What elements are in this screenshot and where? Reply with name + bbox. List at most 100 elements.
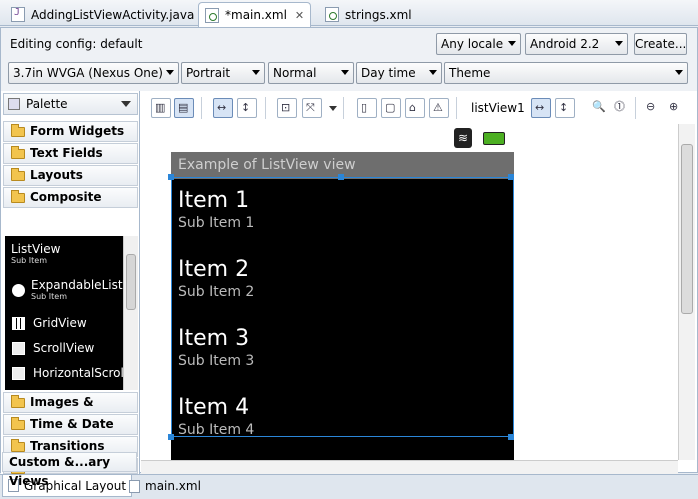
mode-dropdown[interactable]: Normal xyxy=(268,62,354,84)
palette-category-custom-library-views[interactable]: Custom &...ary Views xyxy=(2,452,137,488)
locale-dropdown[interactable]: Any locale xyxy=(436,33,521,55)
expand-arrow-icon xyxy=(12,284,25,297)
zoom-actual-icon[interactable]: ⓵ xyxy=(611,98,631,118)
config-bar: Editing config: default Any locale Andro… xyxy=(1,28,697,91)
editing-config-label: Editing config: default xyxy=(10,37,143,51)
horizontal-scrollview-icon xyxy=(12,367,25,380)
warning-icon[interactable]: ⚠ xyxy=(429,98,449,118)
orientation-dropdown[interactable]: Portrait xyxy=(181,62,265,84)
tab-label: main.xml xyxy=(145,479,201,493)
layout-canvas[interactable]: ≋ Example of ListView view Item 1 Sub It… xyxy=(141,124,678,460)
category-label: Composite xyxy=(30,190,102,204)
device-dropdown[interactable]: 3.7in WVGA (Nexus One) xyxy=(8,62,179,84)
palette-category-composite[interactable]: Composite xyxy=(3,187,138,208)
target-dropdown[interactable]: Android 2.2 xyxy=(525,33,628,55)
battery-icon xyxy=(483,132,505,145)
zoom-out-icon[interactable]: ⊖ xyxy=(643,98,663,118)
palette-category-form-widgets[interactable]: Form Widgets xyxy=(3,121,138,142)
palette-item-listview[interactable]: ListView Sub Item xyxy=(11,242,123,265)
canvas-horizontal-scrollbar[interactable] xyxy=(141,460,678,474)
resize-handle[interactable] xyxy=(508,434,514,440)
folder-icon xyxy=(11,417,25,430)
grid-icon xyxy=(12,317,25,330)
editor-tab-bar: AddingListViewActivity.java *main.xml ✕ … xyxy=(0,0,698,27)
zoom-in-icon[interactable]: ⊕ xyxy=(666,98,686,118)
mode-value: Normal xyxy=(273,66,317,80)
match-width-icon[interactable]: ↔ xyxy=(531,98,551,118)
selected-view-id: listView1 xyxy=(471,101,525,115)
palette-item-scrollview[interactable]: ScrollView xyxy=(5,341,123,355)
palette-icon xyxy=(8,98,20,110)
chevron-down-icon xyxy=(166,70,174,75)
palette-category-images-media[interactable]: Images & Media xyxy=(3,392,138,428)
margins-icon[interactable]: ⊡ xyxy=(277,98,297,118)
palette-item-label: ExpandableList xyxy=(31,278,123,292)
palette-category-layouts[interactable]: Layouts xyxy=(3,165,138,186)
palette-item-gridview[interactable]: GridView xyxy=(5,316,123,330)
zoom-fit-icon[interactable]: 🔍 xyxy=(589,98,609,118)
tab-label: AddingListViewActivity.java xyxy=(31,7,195,22)
match-height-icon[interactable]: ↕ xyxy=(555,98,575,118)
category-label: Form Widgets xyxy=(30,124,125,138)
palette-category-text-fields[interactable]: Text Fields xyxy=(3,143,138,164)
chevron-down-icon xyxy=(252,70,260,75)
device-value: 3.7in WVGA (Nexus One) xyxy=(13,66,163,80)
tab-strings-xml[interactable]: strings.xml xyxy=(318,2,419,26)
java-file-icon xyxy=(11,7,25,22)
xml-file-icon xyxy=(325,7,339,22)
tab-label: strings.xml xyxy=(345,7,412,22)
resize-handle[interactable] xyxy=(168,174,174,180)
palette-title: Palette xyxy=(26,97,68,111)
palette-item-sub: Sub Item xyxy=(11,256,47,265)
theme-value: Theme xyxy=(449,66,491,80)
scroll-thumb[interactable] xyxy=(126,254,136,310)
resize-handle[interactable] xyxy=(168,434,174,440)
create-button[interactable]: Create... xyxy=(634,33,687,55)
distribute-weights-icon[interactable]: ▯ xyxy=(357,98,377,118)
palette-item-expandablelist[interactable]: ExpandableList Sub Item xyxy=(5,278,123,301)
chevron-down-icon xyxy=(341,70,349,75)
selection-outline xyxy=(171,177,514,437)
time-dropdown[interactable]: Day time xyxy=(356,62,442,84)
target-value: Android 2.2 xyxy=(530,37,600,51)
chevron-down-icon[interactable] xyxy=(121,101,131,107)
palette-item-label: ListView xyxy=(11,242,61,256)
scroll-thumb[interactable] xyxy=(681,144,693,314)
toolbar-separator xyxy=(201,97,202,119)
baseline-icon[interactable]: ⌂ xyxy=(405,98,425,118)
fill-height-icon[interactable]: ↕ xyxy=(237,98,257,118)
layout-horizontal-icon[interactable]: ▤ xyxy=(174,98,194,118)
tab-main-xml[interactable]: *main.xml ✕ xyxy=(198,2,312,27)
layout-editor: Editing config: default Any locale Andro… xyxy=(0,27,698,475)
time-value: Day time xyxy=(361,66,416,80)
wifi-icon: ≋ xyxy=(454,128,472,148)
gravity-icon[interactable]: ⤧ xyxy=(302,98,322,118)
clear-weights-icon[interactable]: ▢ xyxy=(381,98,401,118)
locale-value: Any locale xyxy=(441,37,504,51)
toolbar-separator xyxy=(343,97,344,119)
chevron-down-icon xyxy=(508,41,516,46)
palette-scrollbar[interactable] xyxy=(123,236,138,390)
chevron-down-icon xyxy=(675,70,683,75)
fill-width-icon[interactable]: ↔ xyxy=(213,98,233,118)
tab-main-xml-source[interactable]: main.xml xyxy=(124,475,206,497)
theme-dropdown[interactable]: Theme xyxy=(444,62,688,84)
toolbar-separator xyxy=(265,97,266,119)
resize-handle[interactable] xyxy=(508,174,514,180)
tab-label: *main.xml xyxy=(225,8,287,22)
chevron-down-icon xyxy=(615,41,623,46)
palette-item-horizontalscrollview[interactable]: HorizontalScrollV xyxy=(5,366,123,380)
tab-adding-list-view-activity[interactable]: AddingListViewActivity.java xyxy=(4,2,201,26)
xml-file-icon xyxy=(205,7,219,23)
category-label: Layouts xyxy=(30,168,83,182)
scrollview-icon xyxy=(12,342,25,355)
close-icon[interactable]: ✕ xyxy=(295,9,304,22)
resize-handle[interactable] xyxy=(338,174,344,180)
palette-category-time-date[interactable]: Time & Date xyxy=(3,414,138,435)
canvas-vertical-scrollbar[interactable] xyxy=(678,124,695,460)
layout-vertical-icon[interactable]: ▥ xyxy=(151,98,171,118)
chevron-down-icon[interactable] xyxy=(329,106,337,111)
palette-item-sub: Sub Item xyxy=(31,292,67,301)
palette-header[interactable]: Palette xyxy=(3,93,138,115)
orientation-value: Portrait xyxy=(186,66,231,80)
